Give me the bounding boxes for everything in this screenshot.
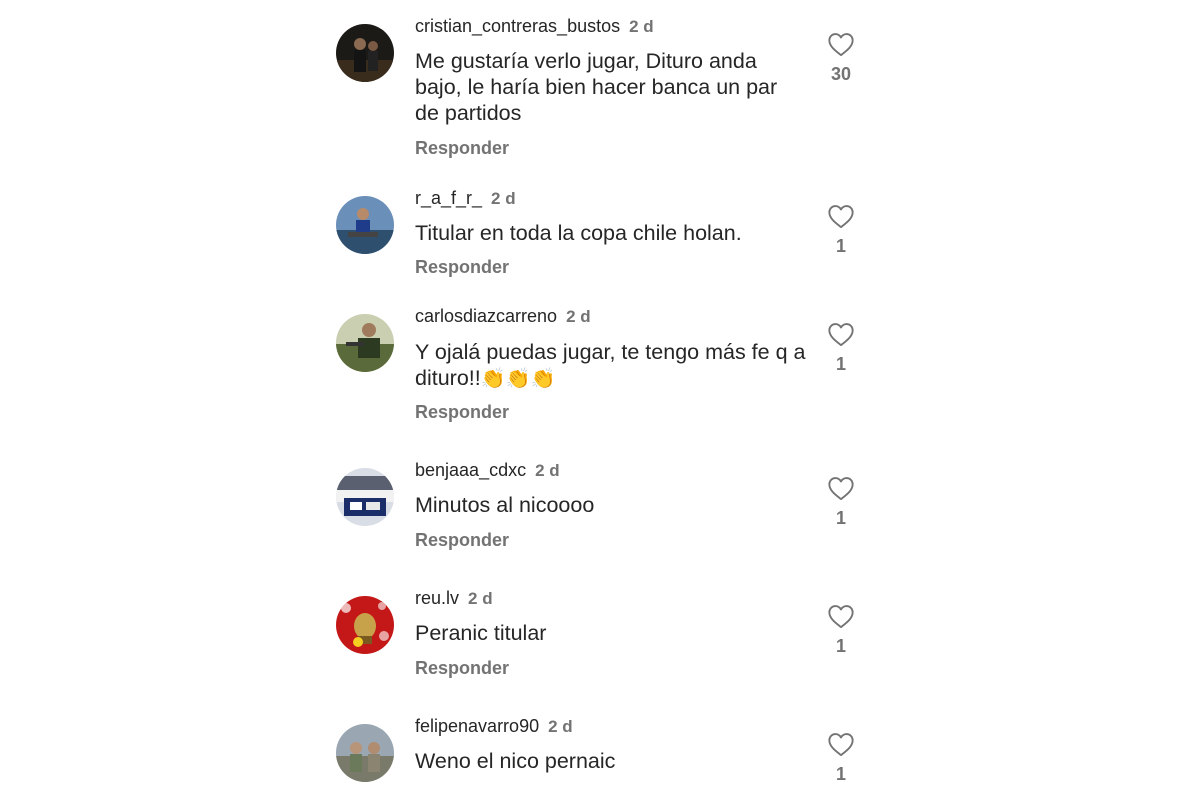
like-count: 1 [835,764,846,784]
username[interactable]: cristian_contreras_bustos [415,16,620,36]
reply-button[interactable]: Responder [415,401,509,423]
comment-time: 2 d [468,589,493,608]
like-count: 30 [830,64,852,84]
like-count: 1 [835,508,846,528]
comment-time: 2 d [629,17,654,36]
reply-button[interactable]: Responder [415,529,509,551]
comment-text: Y ojalá puedas jugar, te tengo más fe q … [415,339,807,392]
comment-header: felipenavarro90 2 d [415,715,573,738]
comment-text: Me gustaría verlo jugar, Dituro anda baj… [415,49,778,125]
comment-time: 2 d [535,461,560,480]
like-heart-icon[interactable] [827,603,855,629]
clapping-hands-emoji: 👏👏👏 [480,368,556,390]
username[interactable]: r_a_f_r_ [415,188,482,208]
reply-button[interactable]: Responder [415,256,509,278]
comment-header: carlosdiazcarreno 2 d [415,305,591,328]
avatar[interactable] [336,468,394,526]
like-count: 1 [835,236,846,256]
comment-time: 2 d [491,189,516,208]
username[interactable]: felipenavarro90 [415,716,539,736]
username[interactable]: benjaaa_cdxc [415,460,526,480]
like-heart-icon[interactable] [827,731,855,757]
avatar[interactable] [336,596,394,654]
reply-button[interactable]: Responder [415,657,509,679]
comment-text: Peranic titular [415,621,547,645]
comment-header: reu.lv 2 d [415,587,493,610]
comment-text-body: Y ojalá puedas jugar, te tengo más fe q … [415,340,806,390]
comment-text: Titular en toda la copa chile holan. [415,221,742,245]
comment-time: 2 d [566,307,591,326]
like-count: 1 [835,354,846,374]
username[interactable]: carlosdiazcarreno [415,306,557,326]
reply-button[interactable]: Responder [415,137,509,159]
avatar[interactable] [336,724,394,782]
like-count: 1 [835,636,846,656]
comment-header: cristian_contreras_bustos 2 d [415,15,654,38]
comment-header: r_a_f_r_ 2 d [415,187,516,210]
comment-time: 2 d [548,717,573,736]
like-heart-icon[interactable] [827,321,855,347]
comment-header: benjaaa_cdxc 2 d [415,459,560,482]
comment-text: Minutos al nicoooo [415,493,595,517]
avatar[interactable] [336,24,394,82]
comment-text: Weno el nico pernaic [415,749,616,773]
avatar[interactable] [336,314,394,372]
username[interactable]: reu.lv [415,588,459,608]
like-heart-icon[interactable] [827,31,855,57]
avatar[interactable] [336,196,394,254]
like-heart-icon[interactable] [827,203,855,229]
like-heart-icon[interactable] [827,475,855,501]
